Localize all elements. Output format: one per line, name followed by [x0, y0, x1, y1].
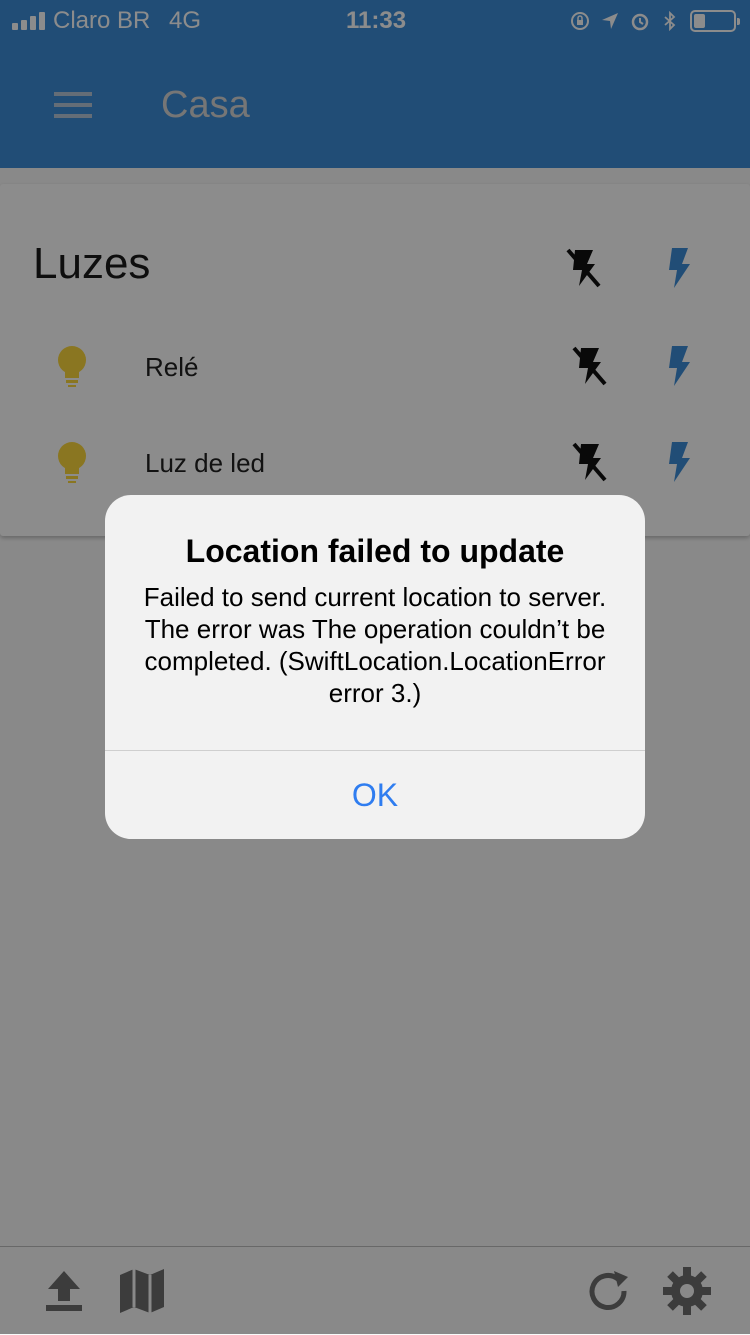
alert-title: Location failed to update [185, 533, 565, 569]
alert-dialog: Location failed to update Failed to send… [105, 495, 645, 839]
ok-button[interactable]: OK [105, 751, 645, 839]
alert-message: Failed to send current location to serve… [143, 582, 607, 708]
